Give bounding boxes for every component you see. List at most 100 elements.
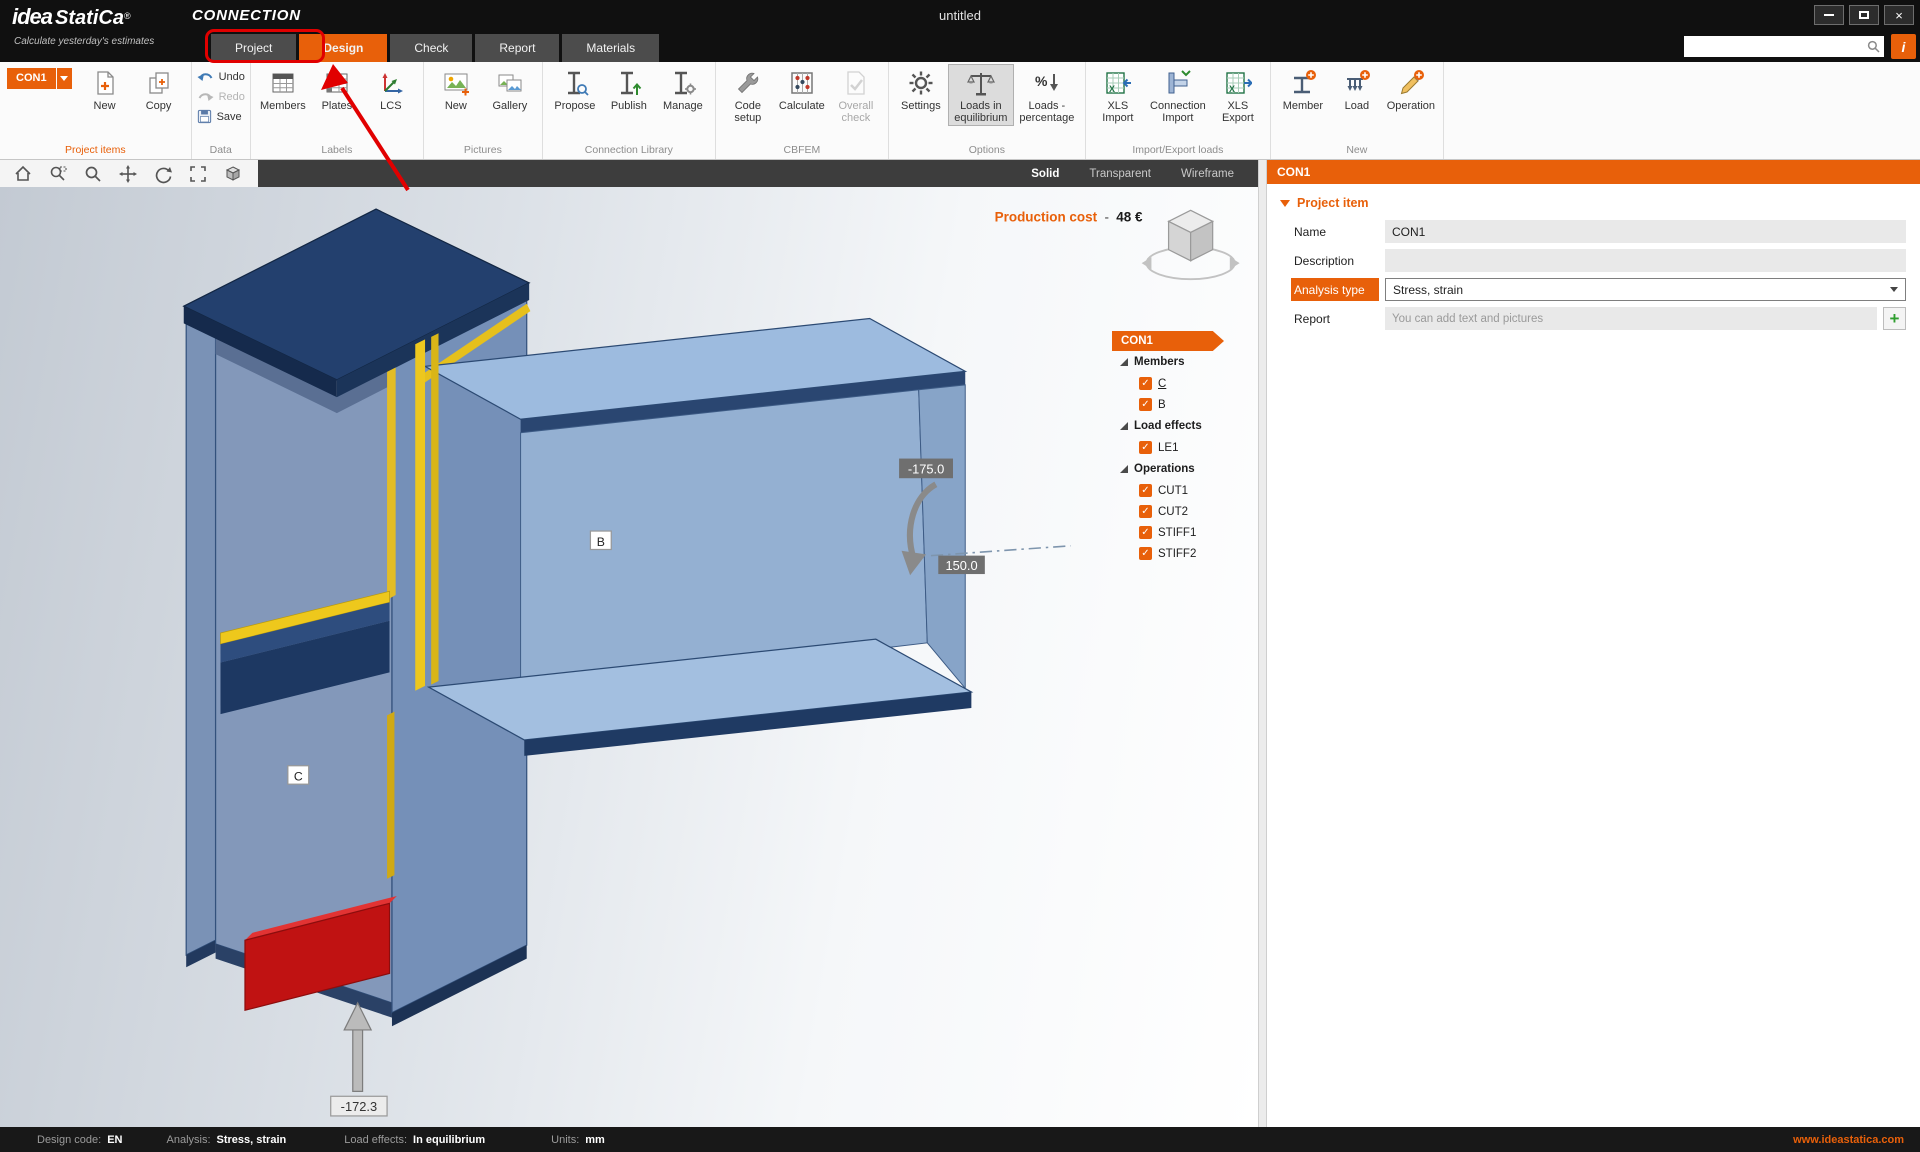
view-cube[interactable]: [1142, 210, 1240, 279]
ribbon-group-cbfem: Code setup Calculate Overall check CBFEM: [716, 62, 889, 159]
member-label-c[interactable]: C: [288, 766, 309, 784]
minimize-button[interactable]: [1814, 5, 1844, 25]
lcs-labels-button[interactable]: LCS: [364, 64, 418, 113]
ribbon-group-options: Settings Loads in equilibrium % Loads - …: [889, 62, 1086, 159]
loads-percentage-button[interactable]: % Loads - percentage: [1014, 64, 1080, 126]
tab-design[interactable]: Design: [299, 34, 387, 62]
search-input[interactable]: [1684, 38, 1867, 55]
propose-button[interactable]: Propose: [548, 64, 602, 113]
checkbox-checked-icon[interactable]: ✓: [1139, 526, 1152, 539]
maximize-button[interactable]: [1849, 5, 1879, 25]
tree-item-le1[interactable]: ✓ LE1: [1139, 437, 1238, 458]
new-operation-button[interactable]: Operation: [1384, 64, 1438, 113]
description-label: Description: [1291, 249, 1379, 272]
tree-item-stiff2[interactable]: ✓ STIFF2: [1139, 543, 1238, 564]
tab-materials[interactable]: Materials: [562, 34, 659, 62]
dim-moment-label[interactable]: -175.0: [899, 459, 953, 479]
close-icon: ×: [1895, 8, 1903, 23]
tree-item-con1[interactable]: CON1: [1112, 331, 1224, 351]
add-report-button[interactable]: +: [1883, 307, 1906, 330]
code-setup-button[interactable]: Code setup: [721, 64, 775, 126]
zoom-window-button[interactable]: [45, 163, 71, 185]
tree-group-load-effects[interactable]: Load effects: [1120, 415, 1238, 437]
checkbox-checked-icon[interactable]: ✓: [1139, 547, 1152, 560]
copy-project-item-button[interactable]: Copy: [132, 64, 186, 113]
column-left-flange[interactable]: [186, 309, 215, 955]
name-input[interactable]: [1385, 220, 1906, 243]
tree-item-cut1[interactable]: ✓ CUT1: [1139, 480, 1238, 501]
publish-button[interactable]: Publish: [602, 64, 656, 113]
rotate-button[interactable]: [150, 163, 176, 185]
tree-item-member-b[interactable]: ✓ B: [1139, 394, 1238, 415]
analysis-type-select[interactable]: Stress, strain: [1385, 278, 1906, 301]
group-label-data: Data: [197, 142, 245, 159]
xls-import-button[interactable]: X XLS Import: [1091, 64, 1145, 126]
gallery-icon: [495, 68, 525, 98]
redo-button[interactable]: Redo: [197, 88, 245, 105]
info-button[interactable]: i: [1891, 34, 1916, 59]
overall-check-button[interactable]: Overall check: [829, 64, 883, 126]
new-member-button[interactable]: Member: [1276, 64, 1330, 113]
main-tabs: Project Design Check Report Materials: [211, 34, 659, 62]
tab-report[interactable]: Report: [475, 34, 559, 62]
view-mode-solid[interactable]: Solid: [1031, 168, 1059, 180]
chevron-down-icon: [60, 76, 68, 81]
connection-3d-scene[interactable]: -175.0 150.0 -172.3 B: [0, 187, 1258, 1127]
viewport-canvas[interactable]: -175.0 150.0 -172.3 B: [0, 187, 1258, 1127]
tree-group-members[interactable]: Members: [1120, 351, 1238, 373]
section-project-item[interactable]: Project item: [1267, 196, 1920, 220]
save-button[interactable]: Save: [197, 108, 245, 125]
checkbox-checked-icon[interactable]: ✓: [1139, 398, 1152, 411]
checkbox-checked-icon[interactable]: ✓: [1139, 377, 1152, 390]
con1-project-item-button[interactable]: CON1: [7, 68, 56, 89]
logo-tagline: Calculate yesterday's estimates: [14, 36, 154, 47]
con1-dropdown-button[interactable]: [57, 68, 72, 89]
zoom-fit-button[interactable]: [185, 163, 211, 185]
tree-group-operations[interactable]: Operations: [1120, 458, 1238, 480]
checkbox-checked-icon[interactable]: ✓: [1139, 441, 1152, 454]
xls-export-button[interactable]: X XLS Export: [1211, 64, 1265, 126]
pan-button[interactable]: [115, 163, 141, 185]
dim-rotation-label[interactable]: 150.0: [938, 556, 985, 574]
view-mode-transparent[interactable]: Transparent: [1089, 168, 1151, 180]
panel-splitter[interactable]: [1258, 160, 1267, 1127]
tree-item-stiff1[interactable]: ✓ STIFF1: [1139, 522, 1238, 543]
connection-import-button[interactable]: Connection Import: [1145, 64, 1211, 126]
manage-button[interactable]: Manage: [656, 64, 710, 113]
tree-item-member-c[interactable]: ✓ C: [1139, 373, 1238, 394]
member-label-b[interactable]: B: [590, 531, 611, 549]
new-picture-button[interactable]: New: [429, 64, 483, 113]
members-labels-button[interactable]: Members: [256, 64, 310, 113]
dim-force-label[interactable]: -172.3: [331, 1096, 387, 1116]
calculate-button[interactable]: Calculate: [775, 64, 829, 113]
view-mode-wireframe[interactable]: Wireframe: [1181, 168, 1234, 180]
website-link[interactable]: www.ideastatica.com: [1793, 1134, 1904, 1146]
svg-text:C: C: [294, 769, 303, 783]
tab-project[interactable]: Project: [211, 34, 296, 62]
tab-check[interactable]: Check: [390, 34, 472, 62]
plates-labels-button[interactable]: Plates: [310, 64, 364, 113]
ribbon-group-connection-library: Propose Publish Manage Connection Librar…: [543, 62, 716, 159]
ribbon-group-pictures: New Gallery Pictures: [424, 62, 543, 159]
tree-item-cut2[interactable]: ✓ CUT2: [1139, 501, 1238, 522]
svg-text:X: X: [1229, 84, 1235, 94]
report-field[interactable]: You can add text and pictures: [1385, 307, 1877, 330]
checkbox-checked-icon[interactable]: ✓: [1139, 505, 1152, 518]
cube-icon: [223, 164, 243, 184]
xls-export-icon: X: [1223, 68, 1253, 98]
group-label-pictures: Pictures: [429, 142, 537, 159]
close-button[interactable]: ×: [1884, 5, 1914, 25]
loads-in-equilibrium-button[interactable]: Loads in equilibrium: [948, 64, 1014, 126]
new-load-button[interactable]: Load: [1330, 64, 1384, 113]
gallery-button[interactable]: Gallery: [483, 64, 537, 113]
zoom-button[interactable]: [80, 163, 106, 185]
status-load-effects: Load effects: In equilibrium: [344, 1134, 485, 1146]
report-placeholder: You can add text and pictures: [1392, 313, 1543, 325]
description-input[interactable]: [1385, 249, 1906, 272]
new-project-item-button[interactable]: New: [78, 64, 132, 113]
settings-button[interactable]: Settings: [894, 64, 948, 113]
undo-button[interactable]: Undo: [197, 68, 245, 85]
checkbox-checked-icon[interactable]: ✓: [1139, 484, 1152, 497]
isometric-view-button[interactable]: [220, 163, 246, 185]
home-view-button[interactable]: [10, 163, 36, 185]
